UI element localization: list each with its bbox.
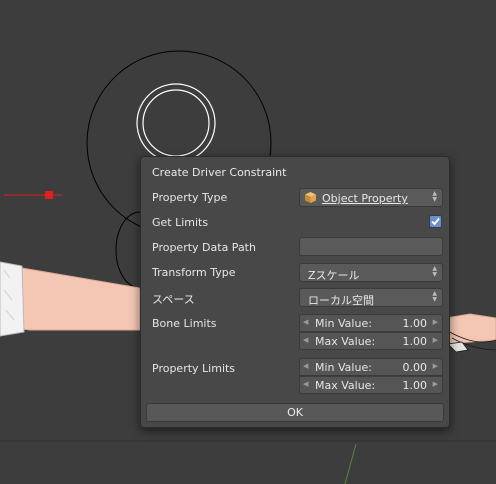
decrement-arrow-icon[interactable]: ◀ bbox=[303, 380, 308, 388]
property-max-value-label: Max Value: bbox=[315, 379, 376, 392]
character-arm-right bbox=[445, 313, 496, 345]
updown-arrows-icon: ▲ ▼ bbox=[432, 265, 437, 278]
property-min-value: 0.00 bbox=[402, 361, 428, 374]
bone-max-value-label: Max Value: bbox=[315, 335, 376, 348]
property-min-value-field[interactable]: ◀ Min Value: 0.00 ▶ bbox=[299, 358, 443, 376]
transform-type-dropdown[interactable]: Zスケール ▲ ▼ bbox=[299, 263, 443, 282]
decrement-arrow-icon[interactable]: ◀ bbox=[303, 336, 308, 344]
bone-limits-label: Bone Limits bbox=[152, 317, 217, 330]
property-data-path-label: Property Data Path bbox=[152, 241, 256, 254]
transform-type-value: Zスケール bbox=[308, 269, 360, 282]
property-max-value: 1.00 bbox=[402, 379, 428, 392]
bone-min-value: 1.00 bbox=[402, 317, 428, 330]
get-limits-checkbox[interactable] bbox=[429, 215, 442, 228]
updown-arrows-icon: ▲ ▼ bbox=[432, 290, 437, 303]
get-limits-label: Get Limits bbox=[152, 216, 209, 229]
bone-max-value: 1.00 bbox=[402, 335, 428, 348]
property-limits-label: Property Limits bbox=[152, 362, 236, 375]
checkmark-icon bbox=[431, 217, 440, 226]
sleeve-cuff bbox=[0, 261, 25, 337]
bone-min-value-field[interactable]: ◀ Min Value: 1.00 ▶ bbox=[299, 314, 443, 332]
increment-arrow-icon[interactable]: ▶ bbox=[433, 336, 438, 344]
updown-arrows-icon: ▲ ▼ bbox=[432, 190, 437, 203]
property-min-value-label: Min Value: bbox=[315, 361, 372, 374]
space-label: スペース bbox=[152, 293, 195, 306]
increment-arrow-icon[interactable]: ▶ bbox=[433, 380, 438, 388]
dialog-title: Create Driver Constraint bbox=[152, 166, 287, 179]
property-data-path-input[interactable] bbox=[299, 237, 443, 256]
increment-arrow-icon[interactable]: ▶ bbox=[433, 318, 438, 326]
red-selection-marker bbox=[45, 191, 53, 199]
property-type-dropdown[interactable]: Object Property ▲ ▼ bbox=[299, 188, 443, 207]
space-value: ローカル空間 bbox=[308, 294, 374, 307]
ok-button[interactable]: OK bbox=[146, 403, 444, 422]
decrement-arrow-icon[interactable]: ◀ bbox=[303, 362, 308, 370]
bone-max-value-field[interactable]: ◀ Max Value: 1.00 ▶ bbox=[299, 332, 443, 350]
create-driver-constraint-dialog: Create Driver Constraint Property Type O… bbox=[140, 156, 450, 428]
bone-min-value-label: Min Value: bbox=[315, 317, 372, 330]
property-max-value-field[interactable]: ◀ Max Value: 1.00 ▶ bbox=[299, 376, 443, 394]
property-type-value: Object Property bbox=[322, 192, 408, 205]
cube-icon bbox=[305, 192, 316, 203]
space-dropdown[interactable]: ローカル空間 ▲ ▼ bbox=[299, 288, 443, 307]
transform-type-label: Transform Type bbox=[152, 266, 236, 279]
property-type-label: Property Type bbox=[152, 191, 228, 204]
increment-arrow-icon[interactable]: ▶ bbox=[433, 362, 438, 370]
decrement-arrow-icon[interactable]: ◀ bbox=[303, 318, 308, 326]
